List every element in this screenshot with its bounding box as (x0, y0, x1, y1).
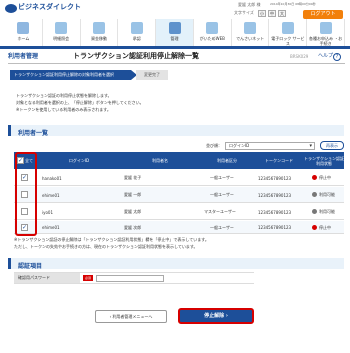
table-row: iyo01 愛媛 太郎 マスターユーザー 1234567890123 利用可能 (14, 204, 344, 220)
cell-user-type: 一般ユーザー (210, 175, 234, 180)
column-token-code: トークンコード (265, 158, 293, 163)
table-row: ✓ hanako01 愛媛 花子 一般ユーザー 1234567890123 停止… (14, 170, 344, 186)
required-badge: 必須 (83, 275, 93, 281)
note-line: ただし、トークンの失効やお手続きの方は、現在のトランザクション認証利用状態を表示… (14, 244, 198, 249)
stopped-status-icon (312, 225, 317, 230)
nav-gaitame-web[interactable]: がいためWEB (194, 19, 232, 46)
password-label: 確認用パスワード (14, 273, 80, 283)
user-list-section-header: 利用者一覧 (8, 125, 344, 137)
transfer-icon (92, 22, 105, 34)
cell-token-code: 1234567890123 (258, 192, 292, 198)
font-size-label: 文字サイズ (234, 10, 254, 15)
redisplay-button[interactable]: 再表示 (320, 141, 344, 150)
statement-icon (55, 22, 68, 34)
description-line: ※トークンを使用している利用者のみ表示されます。 (16, 107, 111, 112)
cell-user-name: 愛媛 次郎 (124, 224, 142, 230)
cell-status: 利用可能 (319, 209, 335, 214)
user-name: 愛媛 太郎 様 (238, 2, 261, 7)
application-icon (319, 22, 332, 34)
home-icon (17, 22, 30, 34)
cell-login-id: hanako01 (42, 175, 62, 181)
password-input[interactable] (96, 275, 164, 282)
cell-status: 停止中 (319, 175, 331, 180)
column-user-type: 利用者区分 (217, 158, 237, 163)
approval-icon (130, 22, 143, 34)
management-icon (168, 22, 181, 34)
cell-user-name: 愛媛 花子 (124, 175, 142, 180)
description-line: トランザクション認証の利用停止状態を解除します。 (16, 93, 112, 98)
cell-status: 利用可能 (319, 192, 335, 197)
cell-token-code: 1234567890123 (258, 175, 292, 181)
auth-section-header: 認証項目 (8, 258, 344, 270)
cell-status: 停止中 (319, 224, 331, 230)
cell-login-id: iyo01 (42, 209, 54, 215)
step-current: トランザクション認証利用停止解除の対象利用者を選択 (10, 70, 137, 80)
note-line: ※トランザクション認証の停止解除は「トランザクション認証利用状態」欄を「停止中」… (14, 237, 209, 242)
cell-token-code: 1234567890123 (258, 209, 292, 215)
cell-user-name: 愛媛 太郎 (124, 209, 142, 214)
back-to-menu-button[interactable]: ‹ 利用者管理メニューへ (95, 310, 167, 323)
table-row: ✓ ehime01 愛媛 次郎 一般ユーザー 1234567890123 停止中 (14, 221, 344, 234)
brand-name: ビジネスダイレクト (18, 3, 81, 11)
forex-icon (206, 22, 219, 34)
nav-transfer[interactable]: 資金移動 (81, 19, 119, 46)
densai-icon (244, 22, 257, 34)
column-status: トランザクション認証利用状態 (304, 155, 344, 166)
header-divider (0, 46, 350, 49)
help-icon[interactable]: ? (333, 53, 341, 61)
checkbox-highlight-frame (15, 152, 37, 236)
description-line: 対象となる利用者を選択の上、「停止解除」ボタンを押してください。 (16, 100, 144, 105)
nav-approval[interactable]: 承認 (118, 19, 157, 46)
cell-user-type: マスターユーザー (204, 209, 236, 214)
cell-login-id: ehime01 (42, 192, 60, 198)
font-large-button[interactable]: 大 (278, 10, 286, 17)
sort-select[interactable]: ログインID (225, 142, 315, 150)
bank-logo-mark (5, 4, 17, 13)
table-header: ✓ 全て ログインID 利用者名 利用者区分 トークンコード トランザクション認証… (14, 152, 344, 169)
category-title: 利用者管理 (8, 53, 39, 60)
nav-home[interactable]: ホーム (5, 19, 43, 46)
help-link[interactable]: ヘルプ (318, 54, 333, 59)
nav-management[interactable]: 管理 (156, 19, 194, 46)
logout-button[interactable]: ログアウト (303, 10, 343, 19)
chevron-right-icon: › (224, 313, 228, 319)
release-stop-button[interactable]: 停止解除 › (178, 308, 254, 324)
cell-token-code: 1234567890123 (258, 225, 292, 230)
stopped-status-icon (312, 175, 317, 180)
available-status-icon (312, 192, 317, 197)
auth-password-row: 確認用パスワード 必須 (14, 272, 254, 284)
screen-id: BRSK029 (290, 54, 309, 59)
available-status-icon (312, 209, 317, 214)
table-row: ehime01 愛媛 一郎 一般ユーザー 1234567890123 利用可能 (14, 187, 344, 203)
nav-statements[interactable]: 明細照会 (43, 19, 81, 46)
global-nav: ホーム 明細照会 資金移動 承認 管理 がいためWEB でんさいネット 電子ロッ… (5, 19, 346, 46)
nav-applications[interactable]: 各種お申込み ・お手続き (307, 19, 346, 46)
cell-user-type: 一般ユーザー (210, 192, 234, 197)
last-login-time: 2014年10月30日 08時00分00秒 (270, 2, 316, 6)
cell-login-id: ehime01 (42, 225, 60, 230)
page-title: トランザクション認証利用停止解除一覧 (73, 52, 199, 60)
font-medium-button[interactable]: 中 (268, 10, 276, 17)
step-next: 変更完了 (136, 70, 168, 80)
title-divider (8, 63, 345, 64)
column-login-id: ログインID (68, 158, 90, 163)
nav-e-lock[interactable]: 電子ロック サービス (269, 19, 308, 46)
sort-label: 並び順： (206, 143, 222, 148)
cell-user-type: 一般ユーザー (210, 224, 234, 230)
font-small-button[interactable]: 小 (258, 10, 266, 17)
column-user-name: 利用者名 (152, 158, 168, 163)
lock-icon (281, 22, 294, 34)
nav-densai-net[interactable]: でんさいネット (232, 19, 270, 46)
cell-user-name: 愛媛 一郎 (124, 192, 142, 197)
